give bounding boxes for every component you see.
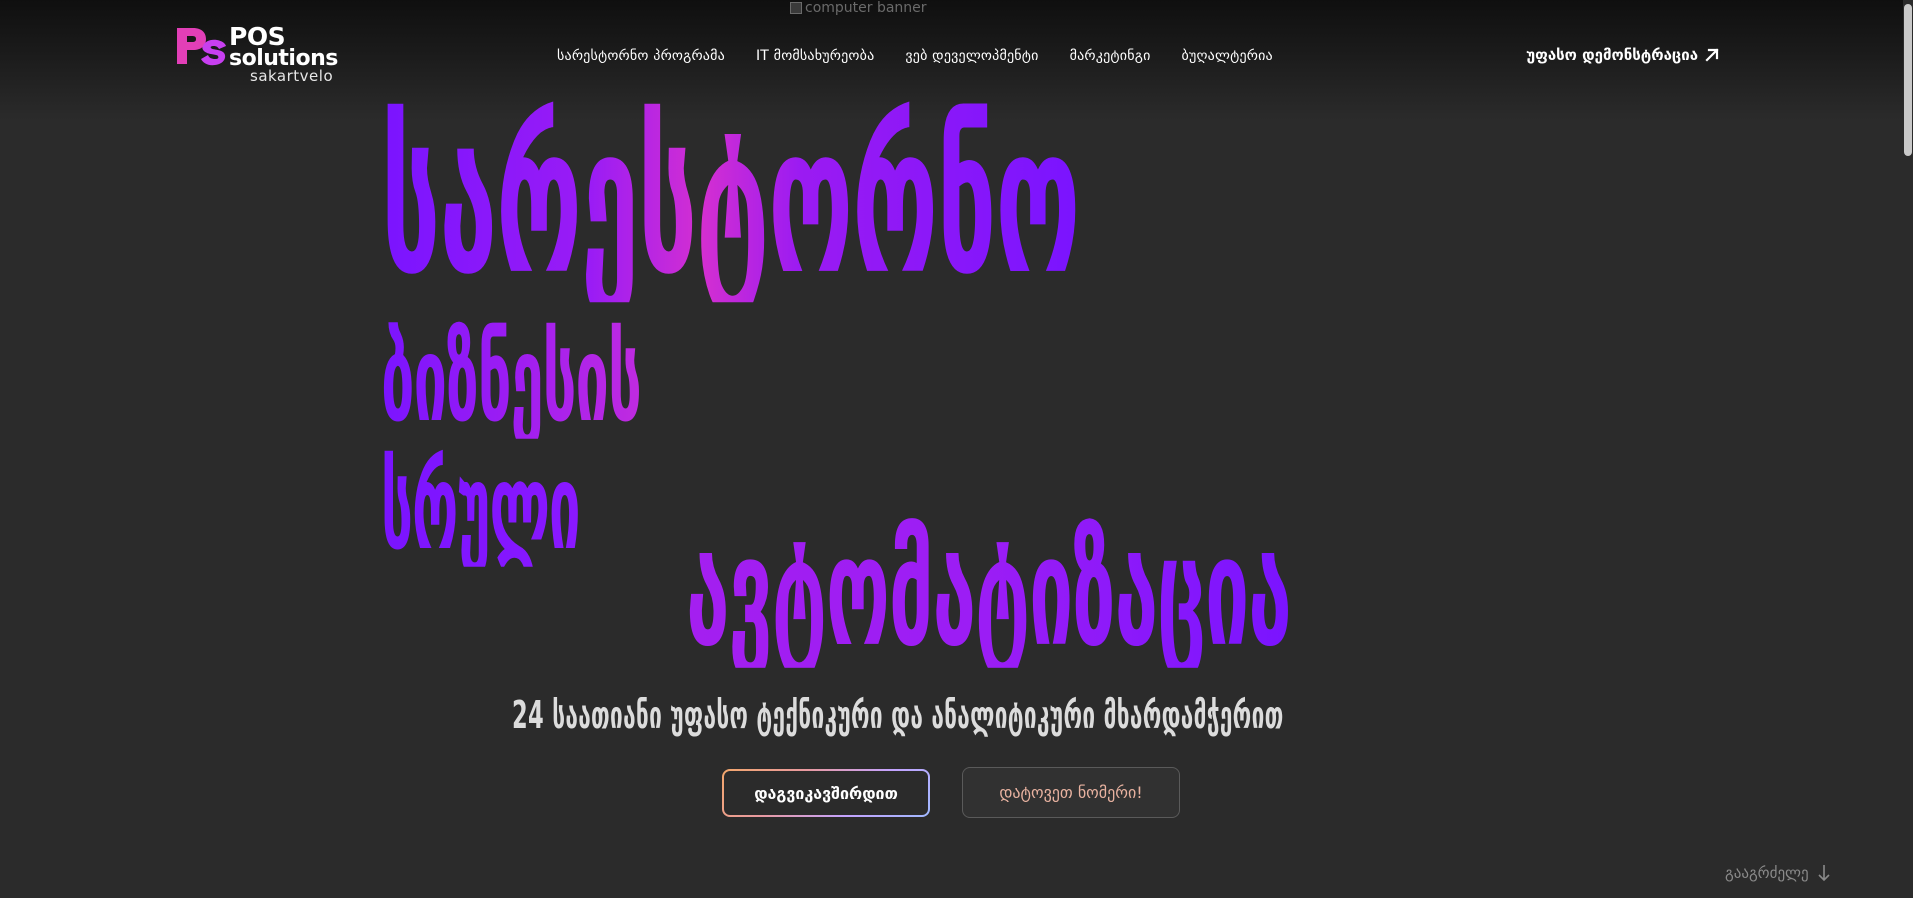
site-logo[interactable]: POS solutions sakartvelo [175, 24, 338, 84]
free-demo-label: უფასო დემონსტრაცია [1526, 46, 1698, 64]
scrollbar-thumb[interactable] [1904, 4, 1912, 156]
nav-item-it-services[interactable]: IT მომსახურეობა [756, 48, 874, 64]
banner-alt-text: computer banner [805, 0, 927, 16]
banner-image-placeholder: computer banner [790, 0, 927, 16]
free-demo-link[interactable]: უფასო დემონსტრაცია [1526, 46, 1720, 64]
continue-scroll-link[interactable]: გააგრძელე [1725, 864, 1831, 882]
arrow-ne-icon [1704, 47, 1720, 63]
hero-line-automation: ავტომატიზაცია [686, 503, 1292, 680]
hero-subheading: 24 საათიანი უფასო ტექნიკური და ანალიტიკუ… [512, 693, 1284, 737]
contact-us-button[interactable]: დაგვიკავშირდით [722, 769, 930, 817]
leave-number-button[interactable]: დატოვეთ ნომერი! [962, 767, 1180, 818]
hero-line-business: ბიზნესის [381, 310, 642, 449]
logo-wordmark: POS solutions sakartvelo [229, 24, 338, 84]
broken-image-icon [790, 2, 802, 14]
hero-headline: სარესტორნო ბიზნესის სრული ავტომატიზაცია [381, 80, 1521, 667]
arrow-down-icon [1817, 864, 1831, 882]
logo-text-sakartvelo: sakartvelo [250, 67, 334, 85]
continue-label: გააგრძელე [1725, 864, 1809, 882]
nav-item-web-development[interactable]: ვებ დეველოპმენტი [905, 48, 1038, 64]
hero-line-restaurant: სარესტორნო [381, 80, 1080, 320]
main-nav: სარესტორნო პროგრამა IT მომსახურეობა ვებ … [557, 48, 1273, 64]
nav-item-accounting[interactable]: ბუღალტერია [1182, 48, 1273, 64]
hero-line-full: სრული [381, 438, 581, 577]
nav-item-marketing[interactable]: მარკეტინგი [1070, 48, 1151, 64]
nav-item-restaurant-program[interactable]: სარესტორნო პროგრამა [557, 48, 725, 64]
pos-logo-icon [175, 24, 227, 68]
